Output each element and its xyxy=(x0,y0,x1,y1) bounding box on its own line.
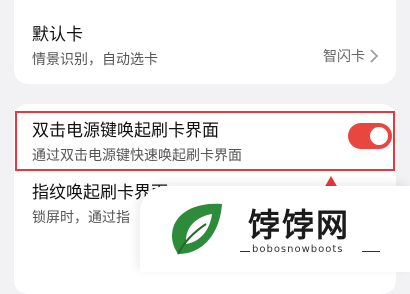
watermark: 饽饽网 bobosnowboots xyxy=(140,186,410,272)
chevron-right-icon xyxy=(370,49,378,63)
default-card-row[interactable]: 默认卡 情景识别，自动选卡 智闪卡 xyxy=(32,24,378,70)
toggle-knob xyxy=(370,127,388,145)
watermark-url: bobosnowboots xyxy=(252,244,344,255)
watermark-rule-right xyxy=(362,251,380,252)
watermark-rule-left xyxy=(240,251,250,252)
watermark-brand: 饽饽网 xyxy=(248,206,351,244)
double-click-power-toggle[interactable] xyxy=(348,123,392,149)
default-card-value-label: 智闪卡 xyxy=(323,49,365,65)
leaf-logo-icon xyxy=(172,203,222,255)
default-card-section: 默认卡 情景识别，自动选卡 智闪卡 xyxy=(14,0,396,84)
highlight-box xyxy=(15,111,395,171)
default-card-title: 默认卡 xyxy=(32,25,83,45)
default-card-value[interactable]: 智闪卡 xyxy=(323,46,378,66)
